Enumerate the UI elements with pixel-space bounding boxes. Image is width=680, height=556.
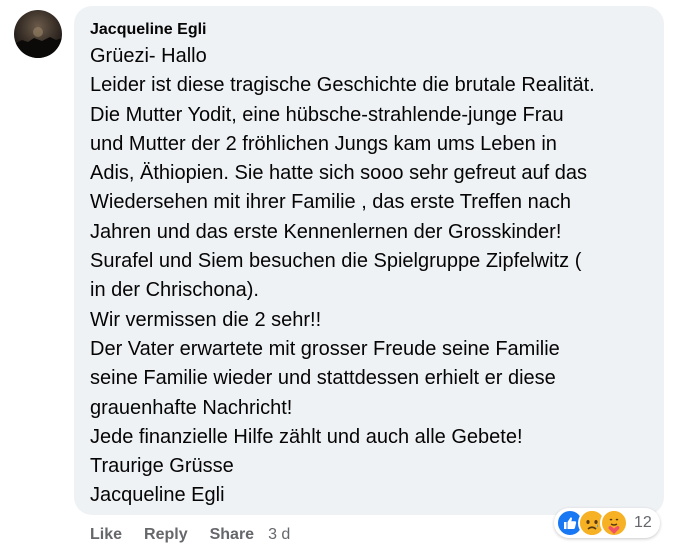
comment-line: Jacqueline Egli xyxy=(90,484,225,507)
comment-line: in der Chrischona). xyxy=(90,279,259,302)
comment-line: Grüezi- Hallo xyxy=(90,45,207,67)
comment-line: Wir vermissen die 2 sehr!! xyxy=(90,308,322,331)
comment-line: und Mutter der 2 fröhlichen Jungs kam um… xyxy=(90,132,557,155)
reaction-count: 12 xyxy=(634,514,652,531)
comment-line: Wiedersehen mit ihrer Familie , das erst… xyxy=(90,191,571,214)
comment-line: Traurige Grüsse xyxy=(90,455,234,478)
share-button[interactable]: Share xyxy=(210,526,254,544)
reply-button[interactable]: Reply xyxy=(144,526,188,544)
avatar[interactable] xyxy=(14,10,62,58)
comment-actions: Like Reply Share 3 d xyxy=(90,526,312,544)
comment-line: Leider ist diese tragische Geschichte di… xyxy=(90,74,595,97)
comment-bubble: Jacqueline Egli Grüezi- Hallo Leider ist… xyxy=(74,6,664,515)
comment-line: Die Mutter Yodit, eine hübsche-strahlend… xyxy=(90,103,564,126)
comment-author[interactable]: Jacqueline Egli xyxy=(90,20,648,40)
like-button[interactable]: Like xyxy=(90,526,122,544)
comment-line: seine Familie wieder und stattdessen erh… xyxy=(90,367,556,390)
comment-line: Jede finanzielle Hilfe zählt und auch al… xyxy=(90,425,523,448)
reactions-summary[interactable]: 12 xyxy=(554,508,660,538)
timestamp[interactable]: 3 d xyxy=(268,526,290,544)
comment-body: Grüezi- Hallo Leider ist diese tragische… xyxy=(90,42,648,511)
comment-line: Jahren und das erste Kennenlernen der Gr… xyxy=(90,220,562,243)
comment-line: grauenhafte Nachricht! xyxy=(90,396,293,419)
comment-line: Adis, Äthiopien. Sie hatte sich sooo seh… xyxy=(90,162,587,185)
comment-line: Surafel und Siem besuchen die Spielgrupp… xyxy=(90,250,582,273)
care-icon xyxy=(600,509,628,537)
comment-line: Der Vater erwartete mit grosser Freude s… xyxy=(90,337,560,360)
